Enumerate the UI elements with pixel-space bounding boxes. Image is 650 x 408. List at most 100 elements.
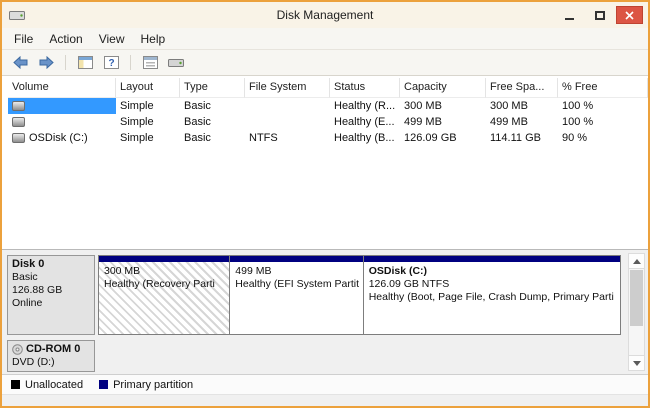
legend-primary-partition: Primary partition xyxy=(99,379,193,391)
volume-name-cell[interactable] xyxy=(8,114,116,130)
vertical-scrollbar[interactable] xyxy=(628,253,645,371)
menu-bar: File Action View Help xyxy=(2,28,648,50)
cdrom-0-block: CD-ROM 0 DVD (D:) xyxy=(7,340,623,372)
volume-row-osdisk[interactable]: OSDisk (C:) Simple Basic NTFS Healthy (B… xyxy=(8,130,648,146)
layout-cell: Simple xyxy=(116,130,180,146)
help-button[interactable]: ? xyxy=(100,53,122,73)
disk-management-window: Disk Management File Action View Help ? xyxy=(0,0,650,408)
legend-bar: Unallocated Primary partition xyxy=(2,374,648,394)
column-header-volume[interactable]: Volume xyxy=(8,78,116,98)
column-header-free-space[interactable]: Free Spa... xyxy=(486,78,558,98)
partition-status: Healthy (EFI System Partit xyxy=(235,278,357,291)
menu-view[interactable]: View xyxy=(91,29,133,49)
type-cell: Basic xyxy=(180,98,245,114)
maximize-button[interactable] xyxy=(586,6,613,24)
minimize-button[interactable] xyxy=(556,6,583,24)
disk-type: Basic xyxy=(12,271,90,284)
volume-name-cell[interactable]: OSDisk (C:) xyxy=(8,130,116,146)
scroll-up-button[interactable] xyxy=(629,254,644,269)
back-button[interactable] xyxy=(9,53,31,73)
partition-status: Healthy (Boot, Page File, Crash Dump, Pr… xyxy=(369,291,615,304)
file-system-cell xyxy=(245,98,330,114)
type-cell: Basic xyxy=(180,114,245,130)
window-title: Disk Management xyxy=(2,8,648,22)
minimize-icon xyxy=(565,18,574,20)
scroll-down-button[interactable] xyxy=(629,355,644,370)
column-header-pct-free[interactable]: % Free xyxy=(558,78,648,98)
properties-icon xyxy=(143,56,158,69)
show-console-tree-button[interactable] xyxy=(74,53,96,73)
help-icon: ? xyxy=(104,56,119,69)
cd-rom-icon xyxy=(12,344,23,355)
forward-icon xyxy=(39,56,54,69)
column-header-type[interactable]: Type xyxy=(180,78,245,98)
window-controls xyxy=(556,6,643,24)
cdrom-0-header[interactable]: CD-ROM 0 DVD (D:) xyxy=(7,340,95,372)
graphical-view-pane: Disk 0 Basic 126.88 GB Online 300 MB Hea… xyxy=(2,249,648,374)
partition-size: 126.09 GB NTFS xyxy=(369,278,615,291)
primary-partition-swatch xyxy=(99,380,108,389)
disk-0-partitions: 300 MB Healthy (Recovery Parti 499 MB He… xyxy=(98,255,623,335)
scrollbar-thumb[interactable] xyxy=(630,270,643,326)
pct-free-cell: 100 % xyxy=(558,114,648,130)
titlebar: Disk Management xyxy=(2,2,648,28)
disk-management-app-icon xyxy=(9,9,25,22)
volume-icon xyxy=(12,117,25,127)
toolbar-separator xyxy=(65,55,66,70)
close-button[interactable] xyxy=(616,6,643,24)
free-space-cell: 114.11 GB xyxy=(486,130,558,146)
disk-view-icon xyxy=(168,57,184,69)
scroll-down-icon xyxy=(633,361,641,366)
cdrom-type: DVD (D:) xyxy=(12,356,90,369)
menu-action[interactable]: Action xyxy=(41,29,90,49)
file-system-cell xyxy=(245,114,330,130)
toolbar-separator xyxy=(130,55,131,70)
toolbar: ? xyxy=(2,50,648,76)
disk-size: 126.88 GB xyxy=(12,284,90,297)
free-space-cell: 499 MB xyxy=(486,114,558,130)
menu-help[interactable]: Help xyxy=(133,29,174,49)
volume-list-header: Volume Layout Type File System Status Ca… xyxy=(8,78,648,98)
disk-0-header[interactable]: Disk 0 Basic 126.88 GB Online xyxy=(7,255,95,335)
maximize-icon xyxy=(595,11,605,20)
pct-free-cell: 90 % xyxy=(558,130,648,146)
cdrom-name: CD-ROM 0 xyxy=(26,343,80,356)
free-space-cell: 300 MB xyxy=(486,98,558,114)
volume-icon xyxy=(12,101,25,111)
pct-free-cell: 100 % xyxy=(558,98,648,114)
properties-button[interactable] xyxy=(139,53,161,73)
unallocated-swatch xyxy=(11,380,20,389)
capacity-cell: 300 MB xyxy=(400,98,486,114)
partition-status: Healthy (Recovery Parti xyxy=(104,278,224,291)
column-header-status[interactable]: Status xyxy=(330,78,400,98)
status-cell: Healthy (E... xyxy=(330,114,400,130)
partition-efi[interactable]: 499 MB Healthy (EFI System Partit xyxy=(229,255,363,335)
partition-recovery[interactable]: 300 MB Healthy (Recovery Parti xyxy=(98,255,230,335)
disk-view-button[interactable] xyxy=(165,53,187,73)
status-cell: Healthy (B... xyxy=(330,130,400,146)
disk-status: Online xyxy=(12,297,90,310)
forward-button[interactable] xyxy=(35,53,57,73)
column-header-file-system[interactable]: File System xyxy=(245,78,330,98)
window-footer xyxy=(2,394,648,406)
menu-file[interactable]: File xyxy=(6,29,41,49)
back-icon xyxy=(13,56,28,69)
disk-name: Disk 0 xyxy=(12,258,90,271)
scroll-up-icon xyxy=(633,259,641,264)
partition-name: OSDisk (C:) xyxy=(369,265,615,278)
column-header-layout[interactable]: Layout xyxy=(116,78,180,98)
legend-label: Primary partition xyxy=(113,379,193,391)
volume-row-efi[interactable]: Simple Basic Healthy (E... 499 MB 499 MB… xyxy=(8,114,648,130)
partition-size: 499 MB xyxy=(235,265,357,278)
partition-osdisk[interactable]: OSDisk (C:) 126.09 GB NTFS Healthy (Boot… xyxy=(363,255,621,335)
legend-unallocated: Unallocated xyxy=(11,379,83,391)
column-header-capacity[interactable]: Capacity xyxy=(400,78,486,98)
volume-name-cell-selected[interactable] xyxy=(8,98,116,114)
show-console-tree-icon xyxy=(78,56,93,69)
partition-size: 300 MB xyxy=(104,265,224,278)
status-cell: Healthy (R... xyxy=(330,98,400,114)
disk-0-block: Disk 0 Basic 126.88 GB Online 300 MB Hea… xyxy=(7,255,623,335)
volume-row-recovery[interactable]: Simple Basic Healthy (R... 300 MB 300 MB… xyxy=(8,98,648,114)
capacity-cell: 126.09 GB xyxy=(400,130,486,146)
layout-cell: Simple xyxy=(116,98,180,114)
